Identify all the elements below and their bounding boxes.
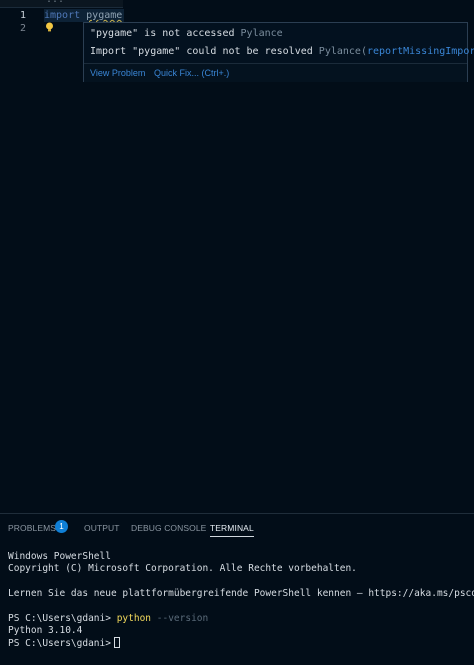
terminal-line: Lernen Sie das neue plattformübergreifen…	[8, 588, 474, 599]
editor-tab-strip[interactable]: ...	[0, 0, 123, 8]
tab-problems[interactable]: PROBLEMS	[8, 523, 56, 533]
tab-terminal[interactable]: TERMINAL	[210, 523, 254, 537]
terminal-prompt: PS C:\Users\gdani>	[8, 613, 111, 624]
terminal-line: Copyright (C) Microsoft Corporation. All…	[8, 563, 357, 574]
module-name[interactable]: pygame	[86, 10, 122, 21]
line-number: 2	[19, 23, 26, 34]
hover-message-source: Pylance(	[318, 46, 367, 57]
import-keyword: import	[44, 10, 81, 21]
terminal-output: Python 3.10.4	[8, 625, 83, 636]
lightbulb-icon[interactable]	[45, 22, 54, 33]
hover-message-unresolved: Import "pygame" could not be resolved Py…	[90, 46, 474, 57]
report-missing-imports-link[interactable]: reportMissingImports	[367, 46, 474, 57]
line-number: 1	[19, 10, 26, 21]
hover-actions: View Problem Quick Fix... (Ctrl+.)	[84, 63, 467, 82]
quick-fix-link[interactable]: Quick Fix... (Ctrl+.)	[154, 68, 229, 78]
terminal-command-line: PS C:\Users\gdani> python --version	[8, 613, 208, 624]
terminal-command: python	[116, 613, 152, 624]
terminal-line: Windows PowerShell	[8, 551, 111, 562]
hover-message-not-accessed: "pygame" is not accessed Pylance	[90, 28, 283, 39]
terminal-cursor	[113, 637, 120, 648]
editor[interactable]: ... 1 2 import pygame "pygame" is not ac…	[0, 0, 474, 513]
code-line-1[interactable]: import pygame	[44, 9, 124, 22]
editor-tab-fragment[interactable]: ...	[46, 0, 64, 5]
hover-message-text: "pygame" is not accessed	[90, 28, 235, 39]
tab-output[interactable]: OUTPUT	[84, 523, 120, 533]
terminal-command-arg: --version	[156, 613, 209, 624]
hover-message-source: Pylance	[240, 28, 283, 39]
bottom-panel: PROBLEMS OUTPUT DEBUG CONSOLE TERMINAL W…	[0, 513, 474, 665]
view-problem-link[interactable]: View Problem	[90, 68, 145, 78]
problems-count-badge: 1	[55, 520, 68, 533]
terminal-input-line[interactable]: PS C:\Users\gdani>	[8, 637, 120, 649]
hover-tooltip: "pygame" is not accessed Pylance Import …	[83, 22, 474, 82]
tab-debug-console[interactable]: DEBUG CONSOLE	[131, 523, 206, 533]
hover-message-text: Import "pygame" could not be resolved	[90, 46, 313, 57]
terminal-prompt: PS C:\Users\gdani>	[8, 638, 111, 649]
